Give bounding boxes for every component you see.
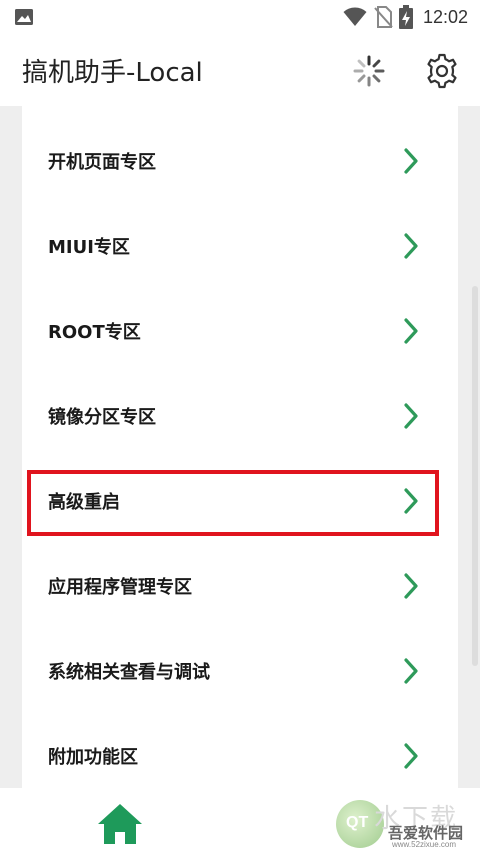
no-sim-icon xyxy=(374,6,393,28)
gear-icon[interactable] xyxy=(424,53,460,89)
menu-item-app-management[interactable]: 应用程序管理专区 xyxy=(22,543,458,628)
menu-item-extra-features[interactable]: 附加功能区 xyxy=(22,713,458,798)
menu-item-label: 应用程序管理专区 xyxy=(48,576,192,598)
watermark-logo-text: QT xyxy=(346,814,369,831)
wifi-icon xyxy=(343,7,367,26)
status-icons: 12:02 xyxy=(343,4,468,30)
menu-item-miui[interactable]: MIUI专区 xyxy=(22,203,458,288)
chevron-right-icon xyxy=(404,317,418,344)
menu-item-label: 镜像分区专区 xyxy=(48,406,156,428)
chevron-right-icon xyxy=(404,147,418,174)
menu-item-advanced-reboot[interactable]: 高级重启 xyxy=(22,458,458,543)
home-icon[interactable] xyxy=(96,802,144,846)
watermark-url: www.52zixue.com xyxy=(392,840,457,849)
watermark: QT 水下载 吾爱软件园 www.52zixue.com xyxy=(336,800,476,850)
menu-item-image-partition[interactable]: 镜像分区专区 xyxy=(22,373,458,458)
menu-item-label: ROOT专区 xyxy=(48,321,141,343)
chevron-right-icon xyxy=(404,657,418,684)
menu-item-label: 高级重启 xyxy=(48,491,120,513)
loading-spinner-icon[interactable] xyxy=(352,54,386,88)
scrollbar[interactable] xyxy=(472,286,478,666)
status-time: 12:02 xyxy=(422,6,468,27)
chevron-right-icon xyxy=(404,402,418,429)
chevron-right-icon xyxy=(404,487,418,514)
menu-item-system-debug[interactable]: 系统相关查看与调试 xyxy=(22,628,458,713)
menu-item-label: 附加功能区 xyxy=(48,746,138,768)
chevron-right-icon xyxy=(404,232,418,259)
menu-item-label: 开机页面专区 xyxy=(48,151,156,173)
menu-item-label: 系统相关查看与调试 xyxy=(48,661,210,683)
app-bar: 搞机助手-Local xyxy=(0,34,480,106)
chevron-right-icon xyxy=(404,742,418,769)
menu-item-boot-page[interactable]: 开机页面专区 xyxy=(22,118,458,203)
chevron-right-icon xyxy=(404,572,418,599)
battery-charging-icon xyxy=(398,5,413,29)
app-title: 搞机助手-Local xyxy=(22,58,203,88)
menu-item-label: MIUI专区 xyxy=(48,236,130,258)
menu-item-root[interactable]: ROOT专区 xyxy=(22,288,458,373)
image-notification-icon xyxy=(15,9,33,25)
status-bar: 12:02 xyxy=(0,0,480,34)
